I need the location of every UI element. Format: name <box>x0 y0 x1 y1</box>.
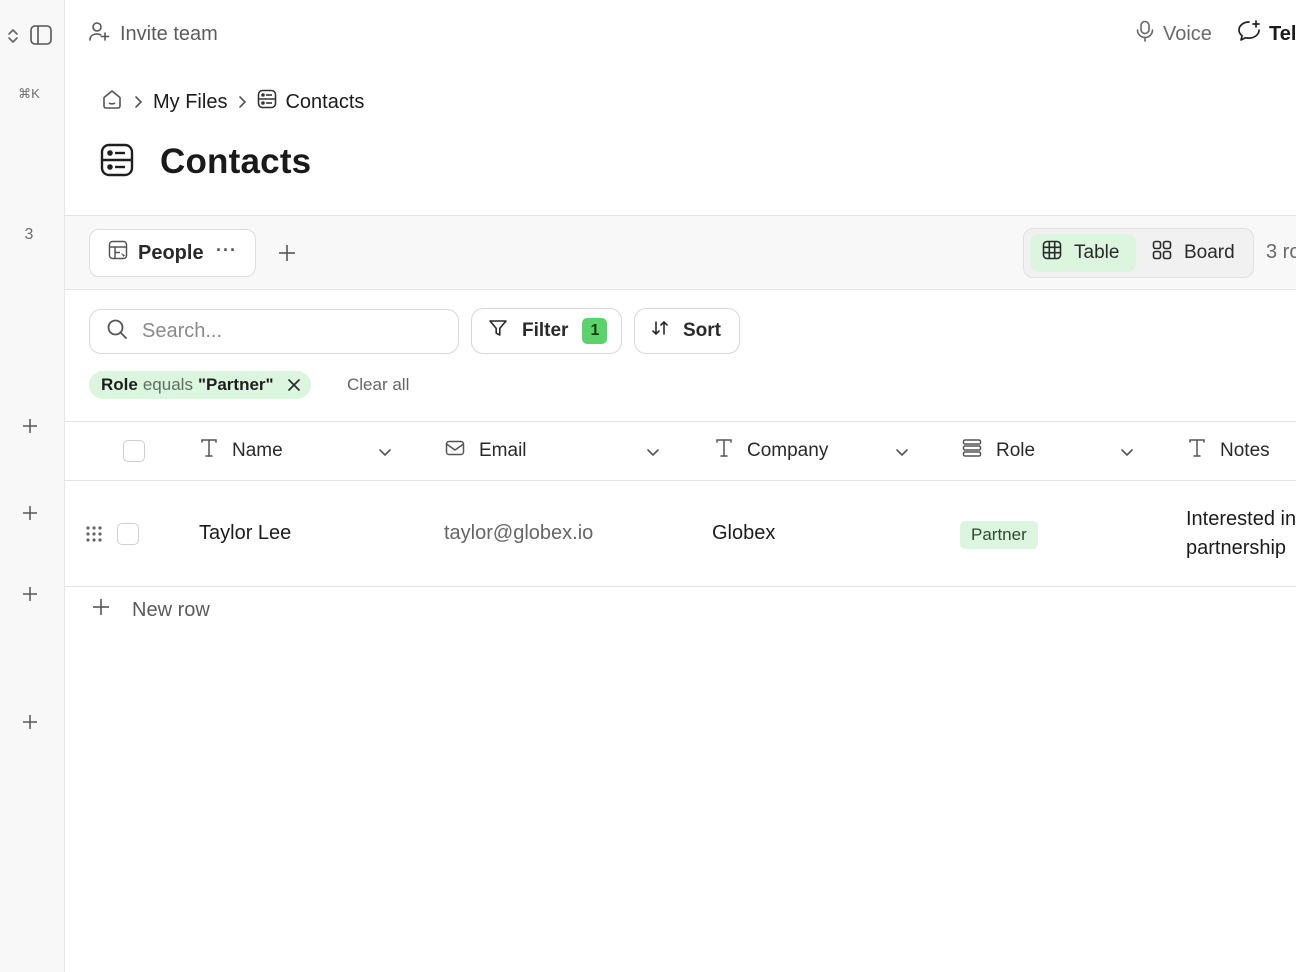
sort-label: Sort <box>683 320 721 341</box>
microphone-icon <box>1135 20 1155 48</box>
board-mode-label: Board <box>1184 242 1235 263</box>
drag-handle-icon[interactable] <box>85 525 103 548</box>
breadcrumb: My Files Contacts <box>101 88 364 116</box>
remove-filter-icon[interactable] <box>287 378 301 392</box>
grid-icon <box>1042 240 1062 266</box>
text-type-icon <box>715 438 733 464</box>
search-box[interactable] <box>89 309 459 354</box>
sidebar-toggle-icon[interactable] <box>30 25 52 50</box>
table-header: Name Email Company Role Notes <box>65 421 1296 481</box>
select-list-icon <box>962 438 982 464</box>
tell-button[interactable]: Tel <box>1237 20 1296 48</box>
role-tag: Partner <box>960 521 1038 549</box>
chevron-down-icon[interactable] <box>1120 443 1134 465</box>
search-input[interactable] <box>142 320 422 343</box>
add-view-icon[interactable] <box>277 243 297 268</box>
chat-bubble-icon <box>1237 20 1261 48</box>
sort-button[interactable]: Sort <box>634 308 740 354</box>
breadcrumb-contacts[interactable]: Contacts <box>257 89 364 115</box>
page-title: Contacts <box>160 142 312 181</box>
filter-button[interactable]: Filter 1 <box>471 308 622 354</box>
column-label: Email <box>479 440 527 461</box>
database-icon <box>100 143 134 182</box>
board-icon <box>1152 240 1172 266</box>
row-count: 3 ro <box>1266 241 1296 263</box>
filter-value: "Partner" <box>197 375 274 394</box>
column-header-company[interactable]: Company <box>715 422 915 480</box>
view-tab-people[interactable]: People ··· <box>89 229 256 277</box>
new-row-button[interactable]: New row <box>92 598 210 622</box>
column-header-email[interactable]: Email <box>445 422 665 480</box>
new-row-label: New row <box>132 598 210 621</box>
plus-icon <box>92 598 110 622</box>
filter-count-badge: 1 <box>582 318 608 344</box>
rail-count: 3 <box>24 226 34 243</box>
add-icon[interactable] <box>21 504 39 522</box>
view-bar: People ··· Table Board 3 ro <box>65 215 1296 290</box>
filter-field: Role <box>101 375 138 394</box>
board-mode-button[interactable]: Board <box>1140 234 1247 272</box>
breadcrumb-my-files[interactable]: My Files <box>153 91 227 114</box>
tell-label: Tel <box>1269 22 1296 45</box>
checkbox[interactable] <box>123 440 145 462</box>
filter-operator: equals <box>142 375 193 394</box>
add-icon[interactable] <box>21 417 39 435</box>
cell-notes[interactable]: Interested in partnership <box>1186 505 1296 563</box>
text-type-icon <box>1188 438 1206 464</box>
cell-company[interactable]: Globex <box>712 522 775 545</box>
more-options-icon[interactable]: ··· <box>216 240 237 261</box>
home-icon[interactable] <box>101 88 123 116</box>
clear-all-button[interactable]: Clear all <box>347 375 409 395</box>
filter-icon <box>488 318 508 344</box>
column-header-name[interactable]: Name <box>200 422 395 480</box>
page-header: Contacts <box>100 142 311 182</box>
text-type-icon <box>200 438 218 464</box>
sort-arrows-icon <box>651 319 669 343</box>
add-icon[interactable] <box>21 585 39 603</box>
voice-label: Voice <box>1163 22 1212 45</box>
chevron-down-icon[interactable] <box>378 443 392 465</box>
chevron-down-icon[interactable] <box>895 443 909 465</box>
expand-collapse-icon[interactable] <box>6 27 20 50</box>
table-mode-label: Table <box>1074 242 1120 263</box>
database-icon <box>257 89 277 115</box>
row-checkbox[interactable] <box>117 523 139 545</box>
column-label: Notes <box>1220 440 1270 461</box>
invite-team-label: Invite team <box>120 22 218 45</box>
mail-icon <box>445 439 465 463</box>
column-label: Role <box>996 440 1036 461</box>
cell-role[interactable]: Partner <box>960 521 1038 549</box>
cell-email[interactable]: taylor@globex.io <box>444 522 593 545</box>
column-label: Name <box>232 440 283 461</box>
column-header-role[interactable]: Role <box>962 422 1142 480</box>
chevron-down-icon[interactable] <box>646 443 660 465</box>
chevron-right-icon <box>237 94 247 110</box>
view-tab-label: People <box>138 241 204 264</box>
add-icon[interactable] <box>21 713 39 731</box>
user-plus-icon <box>88 20 110 48</box>
active-filter-chip[interactable]: Role equals "Partner" <box>89 371 311 399</box>
breadcrumb-contacts-label: Contacts <box>285 90 365 113</box>
table-view-icon <box>108 240 128 266</box>
chevron-right-icon <box>133 94 143 110</box>
voice-button[interactable]: Voice <box>1135 20 1212 48</box>
table-row[interactable]: Taylor Lee taylor@globex.io Globex Partn… <box>65 481 1296 587</box>
command-shortcut[interactable]: ⌘K <box>0 86 58 102</box>
view-mode-switcher: Table Board <box>1023 228 1254 278</box>
column-header-notes[interactable]: Notes <box>1188 422 1270 480</box>
column-label: Company <box>747 440 829 461</box>
search-icon <box>106 318 128 345</box>
invite-team-button[interactable]: Invite team <box>88 20 218 48</box>
filter-label: Filter <box>522 320 569 341</box>
select-all-checkbox[interactable] <box>123 422 145 480</box>
cell-name[interactable]: Taylor Lee <box>199 522 291 545</box>
table-mode-button[interactable]: Table <box>1030 234 1136 272</box>
top-bar: Invite team Voice Tel <box>65 0 1296 64</box>
left-rail: ⌘K 3 <box>0 0 65 972</box>
